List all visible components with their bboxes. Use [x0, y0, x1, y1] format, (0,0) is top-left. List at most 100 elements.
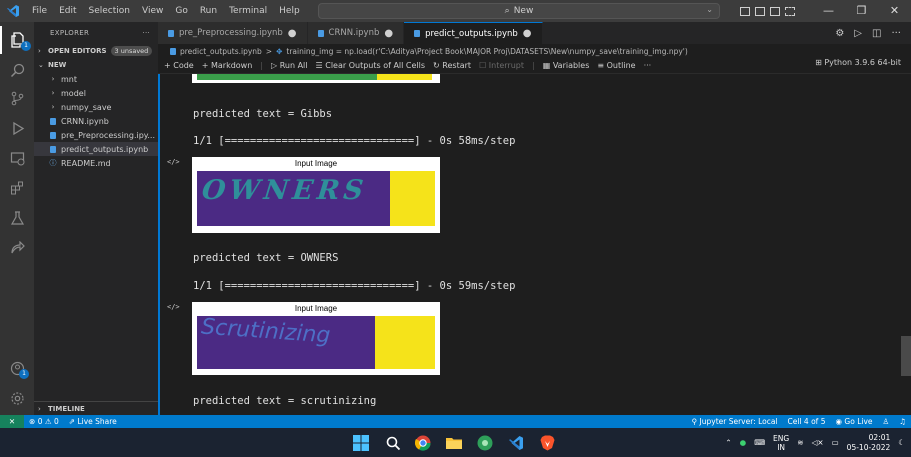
- variables-button[interactable]: ▦ Variables: [543, 61, 590, 70]
- add-code-label: Code: [173, 61, 194, 70]
- battery-icon[interactable]: ▭: [832, 438, 839, 447]
- live-share-icon: ⇗: [68, 417, 76, 426]
- menu-run[interactable]: Run: [194, 0, 223, 22]
- code-output-icon[interactable]: </>: [167, 158, 180, 166]
- minimize-icon[interactable]: —: [812, 0, 845, 22]
- scrollbar-thumb[interactable]: [901, 336, 911, 376]
- show-hidden-icons-chevron-icon[interactable]: ⌃: [725, 438, 731, 447]
- search-sidebar-icon[interactable]: [0, 56, 34, 84]
- cell-position[interactable]: Cell 4 of 5: [783, 417, 831, 426]
- restore-icon[interactable]: ❐: [845, 0, 878, 22]
- tree-item-pre-preprocessing[interactable]: pre_Preprocessing.ipy...: [34, 128, 158, 142]
- unsaved-dot-icon[interactable]: ●: [523, 28, 532, 39]
- feedback-icon[interactable]: ♙: [878, 417, 895, 426]
- code-output-icon[interactable]: </>: [167, 303, 180, 311]
- language-indicator[interactable]: ENG IN: [773, 434, 789, 452]
- clock[interactable]: 02:01 05-10-2022: [847, 433, 891, 453]
- warning-icon: ⚠: [44, 417, 52, 426]
- menu-help[interactable]: Help: [273, 0, 306, 22]
- menu-go[interactable]: Go: [169, 0, 193, 22]
- command-center[interactable]: ⌕ New ⌄: [318, 3, 720, 19]
- timeline-section[interactable]: › TIMELINE: [34, 401, 158, 415]
- tree-item-model[interactable]: › model: [34, 86, 158, 100]
- tree-item-mnt[interactable]: › mnt: [34, 72, 158, 86]
- brave-browser-icon[interactable]: [538, 434, 556, 452]
- explorer-icon[interactable]: 1: [0, 26, 34, 54]
- wifi-icon[interactable]: ≋: [797, 438, 803, 447]
- plus-icon: +: [201, 61, 211, 70]
- run-debug-icon[interactable]: [0, 114, 34, 142]
- breadcrumb-separator: >: [265, 46, 273, 56]
- run-icon[interactable]: ▷: [854, 28, 862, 39]
- restart-button[interactable]: ↻ Restart: [433, 61, 471, 70]
- clear-outputs-label: Clear Outputs of All Cells: [325, 61, 426, 70]
- menu-view[interactable]: View: [136, 0, 169, 22]
- menu-edit[interactable]: Edit: [53, 0, 82, 22]
- gear-icon[interactable]: ⚙: [835, 28, 844, 39]
- close-icon[interactable]: ✕: [878, 0, 911, 22]
- volume-icon[interactable]: ◁×: [812, 438, 824, 447]
- tree-item-readme[interactable]: ⓘ README.md: [34, 156, 158, 170]
- sidebar-more-icon[interactable]: ···: [142, 29, 150, 37]
- unsaved-dot-icon[interactable]: ●: [384, 28, 393, 39]
- open-editors-label: OPEN EDITORS: [48, 47, 107, 55]
- source-control-icon[interactable]: [0, 84, 34, 112]
- more-actions-icon[interactable]: ···: [891, 28, 901, 39]
- remote-explorer-icon[interactable]: [0, 144, 34, 172]
- split-editor-icon[interactable]: ◫: [872, 28, 881, 39]
- chevron-down-icon[interactable]: ⌄: [706, 5, 713, 14]
- tree-item-crnn[interactable]: CRNN.ipynb: [34, 114, 158, 128]
- menu-selection[interactable]: Selection: [83, 0, 136, 22]
- tab-crnn[interactable]: CRNN.ipynb ●: [307, 22, 405, 44]
- customize-layout-icon[interactable]: [785, 6, 795, 16]
- live-share-status[interactable]: ⇗ Live Share: [64, 417, 122, 426]
- taskbar-search-icon[interactable]: [384, 434, 402, 452]
- folder-section[interactable]: ⌄ NEW: [34, 58, 158, 72]
- error-icon: ⊗: [29, 417, 36, 426]
- notification-center-icon[interactable]: ☾: [898, 438, 905, 447]
- notifications-bell-icon[interactable]: ♫: [894, 417, 911, 426]
- toggle-secondary-sidebar-icon[interactable]: [770, 6, 780, 16]
- file-explorer-icon[interactable]: [445, 434, 463, 452]
- chrome-icon[interactable]: [414, 434, 432, 452]
- xbox-app-icon[interactable]: [476, 434, 494, 452]
- chevron-right-icon: ›: [38, 404, 41, 413]
- status-bar: ✕ ⊗ 0 ⚠ 0 ⇗ Live Share ⚲ Jupyter Server:…: [0, 415, 911, 428]
- testing-flask-icon[interactable]: [0, 204, 34, 232]
- toggle-panel-icon[interactable]: [755, 6, 765, 16]
- pen-menu-icon[interactable]: ⌨: [754, 438, 765, 447]
- tree-item-numpy-save[interactable]: › numpy_save: [34, 100, 158, 114]
- accounts-icon[interactable]: 1: [0, 354, 34, 382]
- breadcrumb-symbol[interactable]: training_img = np.load(r'C:\Aditya\Proje…: [286, 47, 687, 56]
- tab-pre-preprocessing[interactable]: pre_Preprocessing.ipynb ●: [158, 22, 308, 44]
- kernel-picker[interactable]: ⊞ Python 3.9.6 64-bit: [815, 58, 901, 67]
- go-live-button[interactable]: ◉ Go Live: [830, 417, 877, 426]
- run-all-button[interactable]: ▷ Run All: [271, 61, 308, 70]
- add-markdown-button[interactable]: + Markdown: [202, 61, 253, 70]
- jupyter-server-status[interactable]: ⚲ Jupyter Server: Local: [687, 417, 783, 426]
- settings-gear-icon[interactable]: [0, 384, 34, 412]
- security-tray-icon[interactable]: ●: [740, 438, 747, 447]
- outline-label: Outline: [606, 61, 636, 70]
- tab-predict-outputs[interactable]: predict_outputs.ipynb ●: [404, 22, 543, 44]
- editor-area: pre_Preprocessing.ipynb ● CRNN.ipynb ● p…: [158, 22, 911, 415]
- outline-button[interactable]: ≡ Outline: [597, 61, 635, 70]
- open-editors-section[interactable]: › OPEN EDITORS 3 unsaved: [34, 44, 158, 58]
- tree-item-predict-outputs[interactable]: predict_outputs.ipynb: [34, 142, 158, 156]
- add-code-button[interactable]: + Code: [164, 61, 194, 70]
- python-symbol-icon: ✥: [276, 46, 283, 56]
- vscode-taskbar-icon[interactable]: [507, 434, 525, 452]
- problems-indicator[interactable]: ⊗ 0 ⚠ 0: [24, 417, 64, 426]
- unsaved-dot-icon[interactable]: ●: [288, 28, 297, 39]
- toggle-sidebar-icon[interactable]: [740, 6, 750, 16]
- interrupt-button[interactable]: ☐ Interrupt: [479, 61, 524, 70]
- remote-indicator-icon[interactable]: ✕: [0, 415, 24, 428]
- clear-outputs-button[interactable]: ☰ Clear Outputs of All Cells: [316, 61, 426, 70]
- windows-start-icon[interactable]: [352, 434, 370, 452]
- breadcrumb-file[interactable]: predict_outputs.ipynb: [180, 47, 262, 56]
- extensions-icon[interactable]: [0, 174, 34, 202]
- toolbar-more-icon[interactable]: ···: [644, 61, 652, 70]
- menu-file[interactable]: File: [26, 0, 53, 22]
- menu-terminal[interactable]: Terminal: [223, 0, 273, 22]
- live-share-icon[interactable]: [0, 234, 34, 262]
